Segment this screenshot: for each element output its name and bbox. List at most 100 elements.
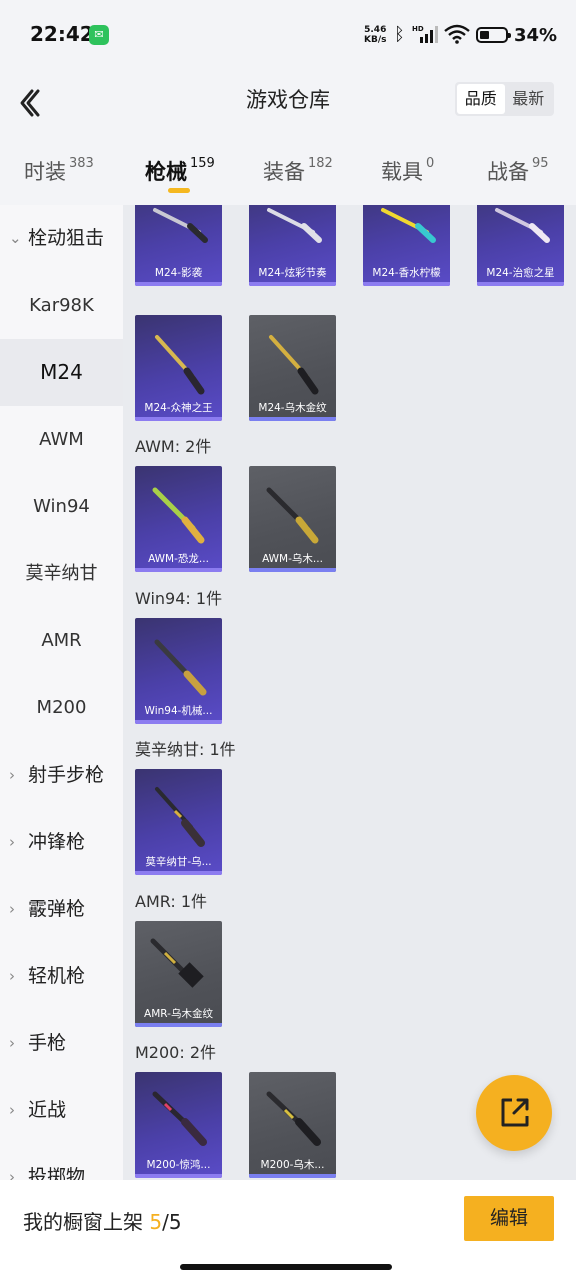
tab-count: 383	[69, 156, 94, 171]
section-heading-amr: AMR: 1件	[135, 892, 208, 911]
bluetooth-icon: ᛒ	[394, 24, 405, 45]
weapon-name: M24-炫彩节奏	[258, 267, 327, 279]
weapon-card[interactable]: AWM-乌木...	[249, 466, 336, 572]
section-heading-awm: AWM: 2件	[135, 437, 212, 456]
chevron-right-icon: ›	[9, 900, 15, 918]
sidebar-item-mosin[interactable]: 莫辛纳甘	[0, 540, 123, 607]
tab-outfits[interactable]: 时装 383	[24, 156, 94, 186]
sidebar-category-lmg[interactable]: › 轻机枪	[0, 943, 123, 1010]
tab-equipment[interactable]: 装备 182	[263, 156, 333, 186]
sidebar-item-awm[interactable]: AWM	[0, 406, 123, 473]
sidebar-category-smg[interactable]: › 冲锋枪	[0, 809, 123, 876]
header: 游戏仓库 品质 最新	[0, 70, 576, 130]
sort-option-quality[interactable]: 品质	[457, 84, 505, 114]
sidebar-category-shotgun[interactable]: › 霰弹枪	[0, 876, 123, 943]
rarity-bar	[135, 871, 222, 875]
chevron-down-icon: ⌄	[9, 229, 22, 247]
rarity-bar	[135, 720, 222, 724]
chevron-right-icon: ›	[9, 1034, 15, 1052]
weapon-name: 莫辛纳甘-乌...	[145, 856, 212, 868]
tab-count: 0	[426, 156, 435, 171]
weapon-card[interactable]: AWM-恐龙...	[135, 466, 222, 572]
active-tab-indicator	[168, 188, 190, 193]
weapon-card[interactable]: M24-香水柠檬	[363, 205, 450, 286]
weapon-card[interactable]: M24-影袭	[135, 205, 222, 286]
weapon-name: AWM-乌木...	[262, 553, 323, 565]
tab-count: 182	[308, 156, 333, 171]
chevron-right-icon: ›	[9, 766, 15, 784]
sidebar-category-bolt-action[interactable]: ⌄ 栓动狙击	[0, 205, 123, 272]
cellular-signal-icon: HD	[412, 25, 438, 43]
showcase-status: 我的橱窗上架 5/5	[23, 1210, 182, 1234]
weapon-card[interactable]: AMR-乌木金纹	[135, 921, 222, 1027]
showcase-total-count: 5	[168, 1210, 182, 1234]
chevron-right-icon: ›	[9, 1168, 15, 1180]
sidebar-category-melee[interactable]: › 近战	[0, 1077, 123, 1144]
chevron-right-icon: ›	[9, 833, 15, 851]
bottom-bar: 我的橱窗上架 5/5 编辑	[0, 1180, 576, 1280]
sidebar-category-pistol[interactable]: › 手枪	[0, 1010, 123, 1077]
category-tabs: 时装 383 枪械 159 装备 182 载具 0 战备 95	[0, 148, 576, 200]
svg-text:HD: HD	[412, 25, 424, 33]
chevron-right-icon: ›	[9, 1101, 15, 1119]
sidebar-item-win94[interactable]: Win94	[0, 473, 123, 540]
external-link-icon	[501, 1098, 529, 1127]
wechat-notification-icon: ✉	[89, 25, 109, 45]
weapon-card[interactable]: 莫辛纳甘-乌...	[135, 769, 222, 875]
tab-supplies[interactable]: 战备 95	[487, 156, 549, 186]
battery-percent: 34%	[514, 25, 558, 46]
sort-toggle[interactable]: 品质 最新	[455, 82, 554, 116]
edit-button[interactable]: 编辑	[464, 1196, 554, 1241]
section-heading-win94: Win94: 1件	[135, 589, 223, 608]
rarity-bar	[135, 1023, 222, 1027]
tab-weapons[interactable]: 枪械 159	[145, 156, 215, 186]
share-fab-button[interactable]	[476, 1075, 552, 1151]
rarity-bar	[249, 568, 336, 572]
weapon-name: M24-众神之王	[144, 402, 213, 414]
wifi-icon	[444, 24, 470, 44]
section-heading-m200: M200: 2件	[135, 1043, 217, 1062]
tab-count: 159	[190, 156, 215, 171]
weapon-card[interactable]: M200-惊鸿...	[135, 1072, 222, 1178]
status-bar: 22:42 ✉ 5.46 KB/s ᛒ HD 34%	[0, 0, 576, 70]
section-heading-mosin: 莫辛纳甘: 1件	[135, 740, 236, 759]
clock: 22:42	[30, 22, 94, 46]
weapon-name: M24-治愈之星	[486, 267, 555, 279]
weapon-card[interactable]: Win94-机械...	[135, 618, 222, 724]
weapon-card[interactable]: M24-炫彩节奏	[249, 205, 336, 286]
tab-vehicles[interactable]: 载具 0	[381, 156, 434, 186]
weapon-card[interactable]: M24-乌木金纹	[249, 315, 336, 421]
weapon-name: M200-惊鸿...	[146, 1159, 211, 1171]
home-indicator[interactable]	[180, 1264, 392, 1270]
weapon-name: M24-香水柠檬	[372, 267, 441, 279]
sort-option-latest[interactable]: 最新	[505, 84, 553, 114]
sidebar-item-kar98k[interactable]: Kar98K	[0, 272, 123, 339]
rarity-bar	[363, 282, 450, 286]
showcase-current-count: 5	[149, 1210, 163, 1234]
rarity-bar	[477, 282, 564, 286]
weapon-card[interactable]: M24-众神之王	[135, 315, 222, 421]
weapon-name: AWM-恐龙...	[148, 553, 209, 565]
battery-icon	[476, 27, 511, 43]
weapon-grid: M24-影袭 M24-炫彩节奏 M24-香水柠檬 M24-治愈之星 M24-众神…	[123, 205, 576, 1180]
sidebar-item-m24[interactable]: M24	[0, 339, 123, 406]
network-speed: 5.46 KB/s	[364, 25, 387, 45]
chevron-right-icon: ›	[9, 967, 15, 985]
sidebar-category-dmr[interactable]: › 射手步枪	[0, 742, 123, 809]
weapon-name: AMR-乌木金纹	[144, 1008, 213, 1020]
weapon-name: M24-影袭	[154, 267, 203, 279]
sidebar-item-m200[interactable]: M200	[0, 674, 123, 741]
weapon-card[interactable]: M200-乌木...	[249, 1072, 336, 1178]
weapon-card[interactable]: M24-治愈之星	[477, 205, 564, 286]
weapon-type-sidebar: ⌄ 栓动狙击 Kar98K M24 AWM Win94 莫辛纳甘 AMR M20…	[0, 205, 123, 1180]
sidebar-item-amr[interactable]: AMR	[0, 607, 123, 674]
rarity-bar	[249, 417, 336, 421]
weapon-name: Win94-机械...	[144, 705, 213, 717]
rarity-bar	[135, 568, 222, 572]
rarity-bar	[135, 1174, 222, 1178]
weapon-name: M200-乌木...	[260, 1159, 325, 1171]
rarity-bar	[249, 282, 336, 286]
weapon-name: M24-乌木金纹	[258, 402, 327, 414]
tab-count: 95	[532, 156, 549, 171]
sidebar-category-throwable[interactable]: › 投掷物	[0, 1144, 123, 1180]
